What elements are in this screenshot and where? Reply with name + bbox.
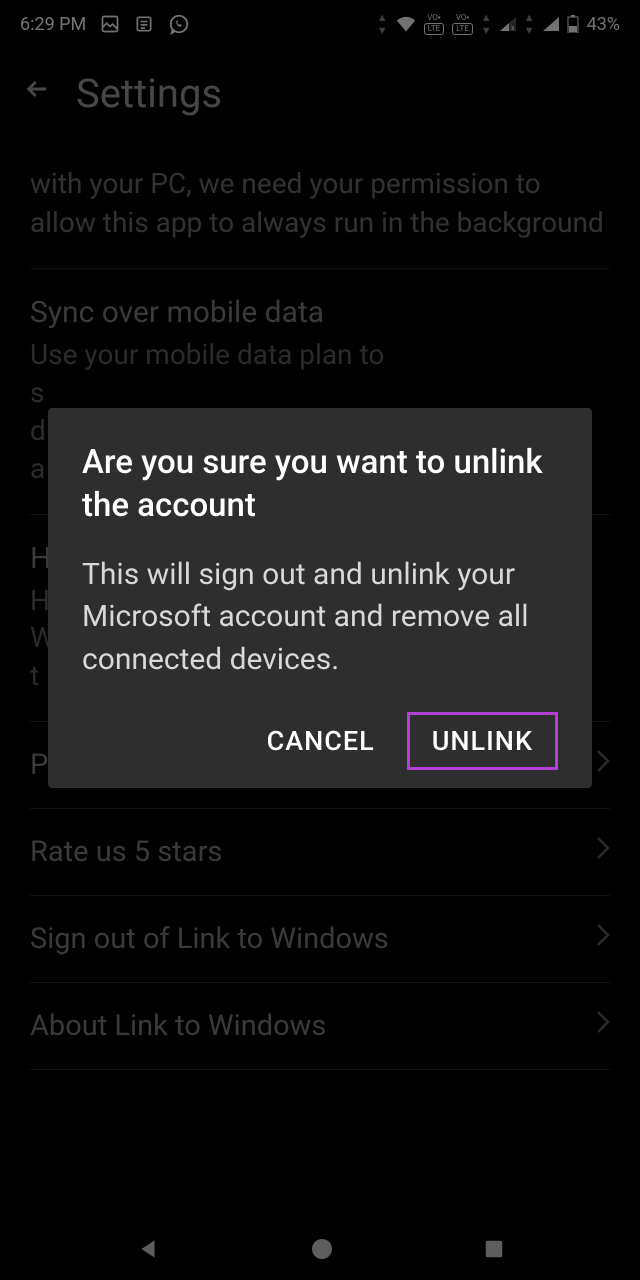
dialog-title: Are you sure you want to unlink the acco…: [82, 442, 558, 528]
unlink-button[interactable]: UNLINK: [407, 712, 558, 770]
unlink-dialog: Are you sure you want to unlink the acco…: [48, 408, 592, 788]
cancel-button[interactable]: CANCEL: [247, 713, 395, 769]
dialog-actions: CANCEL UNLINK: [82, 712, 558, 770]
dialog-body: This will sign out and unlink your Micro…: [82, 554, 558, 682]
